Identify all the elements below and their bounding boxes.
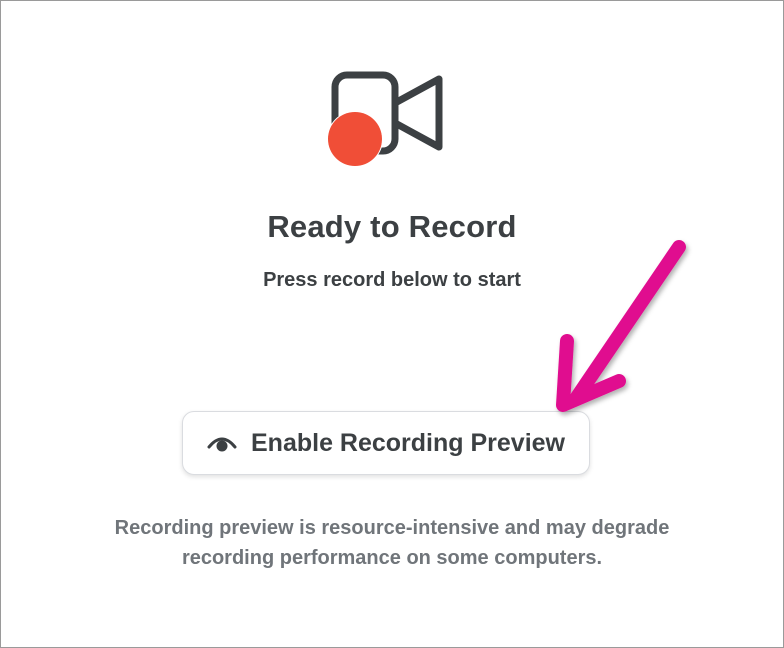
annotation-arrow [556,240,686,412]
eye-icon [207,433,237,453]
performance-note: Recording preview is resource-intensive … [1,513,783,573]
video-record-icon [327,71,443,167]
recording-panel: Ready to Record Press record below to st… [0,0,784,648]
performance-note-line-2: recording performance on some computers. [181,547,603,569]
enable-recording-preview-button[interactable]: Enable Recording Preview [182,411,590,475]
page-title: Ready to Record [267,209,517,244]
page-subtitle: Press record below to start [263,269,521,291]
enable-recording-preview-label: Enable Recording Preview [251,428,565,457]
performance-note-line-1: Recording preview is resource-intensive … [114,517,670,539]
